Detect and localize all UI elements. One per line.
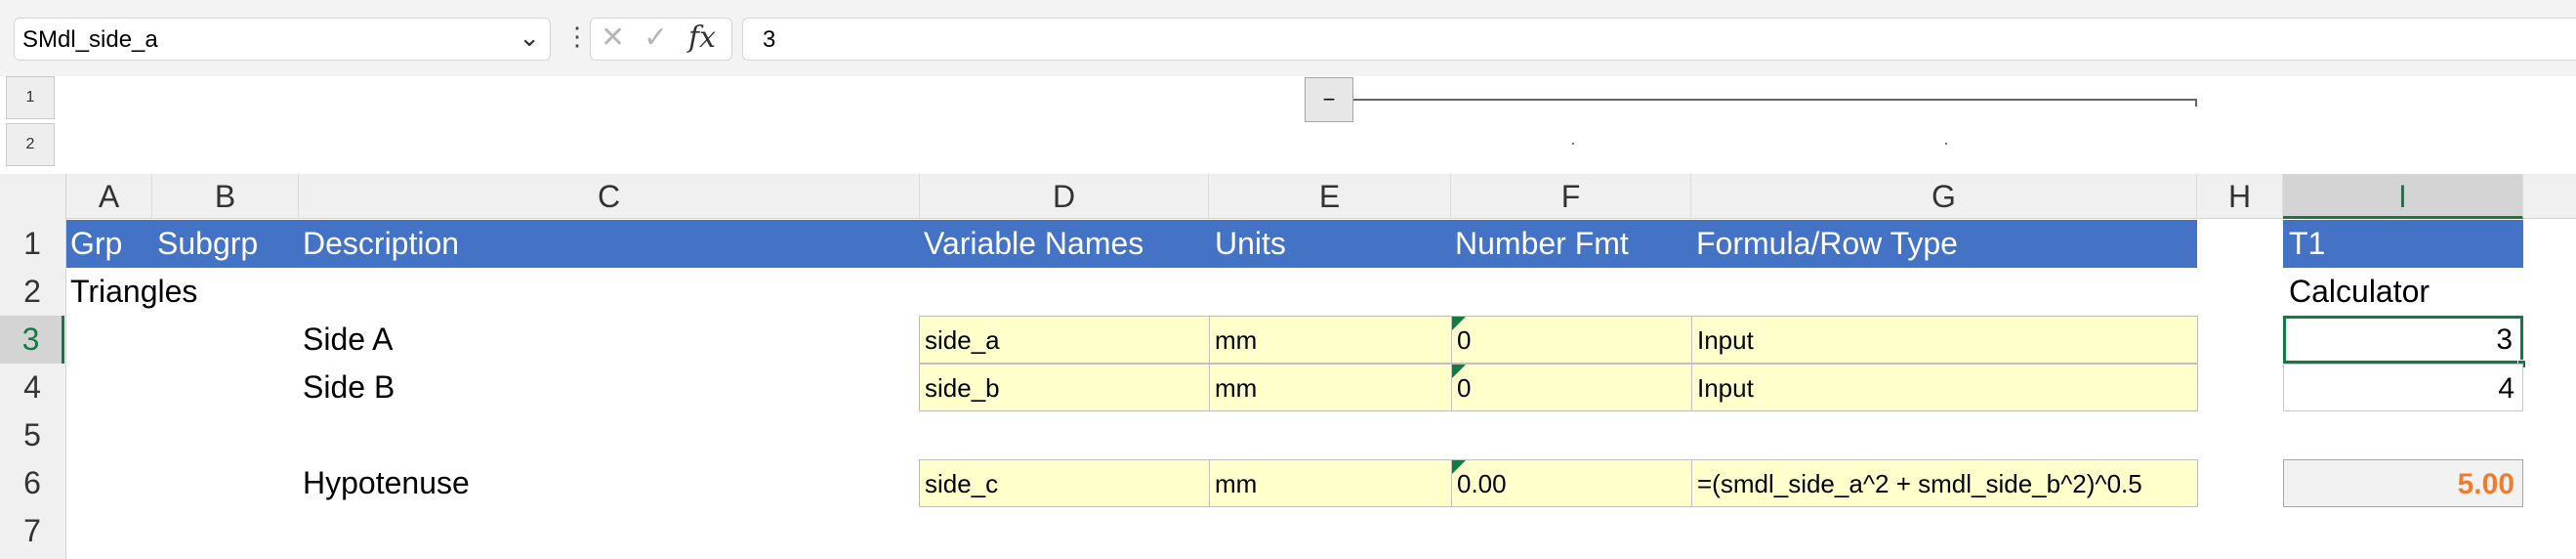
select-all-corner[interactable]: [0, 174, 66, 219]
calculator-label[interactable]: Calculator: [2289, 268, 2430, 316]
outline-dot: [1572, 143, 1574, 145]
outline-level-1-button[interactable]: 1: [6, 76, 55, 119]
row-header-1[interactable]: 1: [0, 220, 64, 268]
group-bracket: [1353, 99, 2197, 101]
more-options-icon[interactable]: ⋮: [564, 22, 590, 52]
formula-side-a[interactable]: Input: [1691, 316, 2198, 364]
variable-side-a[interactable]: side_a: [919, 316, 1210, 364]
outline-level-2-button[interactable]: 2: [6, 123, 55, 166]
formula-text: 3: [763, 26, 776, 53]
error-indicator-icon: [1452, 460, 1466, 474]
units-side-b[interactable]: mm: [1209, 364, 1452, 411]
name-box-text: SMdl_side_a: [22, 26, 158, 53]
outline-area: [0, 76, 2576, 174]
variable-side-b[interactable]: side_b: [919, 364, 1210, 411]
row-header-4[interactable]: 4: [0, 364, 64, 411]
row-header-2[interactable]: 2: [0, 268, 64, 316]
error-indicator-icon: [1452, 317, 1466, 330]
column-header-e[interactable]: E: [1209, 174, 1451, 219]
fmt-side-c[interactable]: 0.00: [1451, 459, 1692, 507]
header-variable-names[interactable]: Variable Names: [924, 220, 1143, 268]
enter-icon[interactable]: ✓: [644, 21, 668, 55]
column-header-g[interactable]: G: [1691, 174, 2197, 219]
column-header-a[interactable]: A: [66, 174, 152, 219]
description-side-b[interactable]: Side B: [303, 364, 395, 411]
outline-dot: [1945, 143, 1947, 145]
formula-side-b[interactable]: Input: [1691, 364, 2198, 411]
description-hypotenuse[interactable]: Hypotenuse: [303, 459, 470, 507]
row-header-7[interactable]: 7: [0, 507, 64, 555]
formula-buttons: ✕ ✓ fx: [590, 18, 732, 61]
header-units[interactable]: Units: [1215, 220, 1286, 268]
units-side-a[interactable]: mm: [1209, 316, 1452, 364]
formula-input[interactable]: 3: [742, 18, 2576, 61]
name-box[interactable]: SMdl_side_a ⌄: [14, 18, 551, 61]
units-side-c[interactable]: mm: [1209, 459, 1452, 507]
chevron-down-icon[interactable]: ⌄: [519, 22, 540, 53]
column-header-i[interactable]: I: [2283, 174, 2523, 219]
header-number-fmt[interactable]: Number Fmt: [1455, 220, 1629, 268]
collapse-group-button[interactable]: −: [1305, 77, 1353, 122]
column-header-c[interactable]: C: [299, 174, 920, 219]
header-subgrp[interactable]: Subgrp: [157, 220, 258, 268]
value-side-b[interactable]: 4: [2283, 364, 2523, 411]
group-bracket-end: [2195, 99, 2197, 107]
value-side-a[interactable]: 3: [2283, 316, 2523, 364]
header-grp[interactable]: Grp: [70, 220, 122, 268]
row-header-3[interactable]: 3: [0, 316, 64, 364]
column-header-b[interactable]: B: [152, 174, 299, 219]
group-label[interactable]: Triangles: [70, 268, 197, 316]
header-description[interactable]: Description: [303, 220, 459, 268]
column-header-f[interactable]: F: [1451, 174, 1691, 219]
row-header-5[interactable]: 5: [0, 411, 64, 459]
cancel-icon[interactable]: ✕: [601, 21, 625, 55]
variable-side-c[interactable]: side_c: [919, 459, 1210, 507]
column-header-d[interactable]: D: [920, 174, 1209, 219]
value-hypotenuse[interactable]: 5.00: [2283, 459, 2523, 507]
formula-side-c[interactable]: =(smdl_side_a^2 + smdl_side_b^2)^0.5: [1691, 459, 2198, 507]
header-calc-title[interactable]: T1: [2289, 220, 2325, 268]
fmt-side-b[interactable]: 0: [1451, 364, 1692, 411]
insert-function-icon[interactable]: fx: [688, 21, 716, 55]
row-header-6[interactable]: 6: [0, 459, 64, 507]
header-formula-row-type[interactable]: Formula/Row Type: [1696, 220, 1958, 268]
error-indicator-icon: [1452, 365, 1466, 378]
column-header-h[interactable]: H: [2197, 174, 2283, 219]
fmt-side-a[interactable]: 0: [1451, 316, 1692, 364]
description-side-a[interactable]: Side A: [303, 316, 394, 364]
